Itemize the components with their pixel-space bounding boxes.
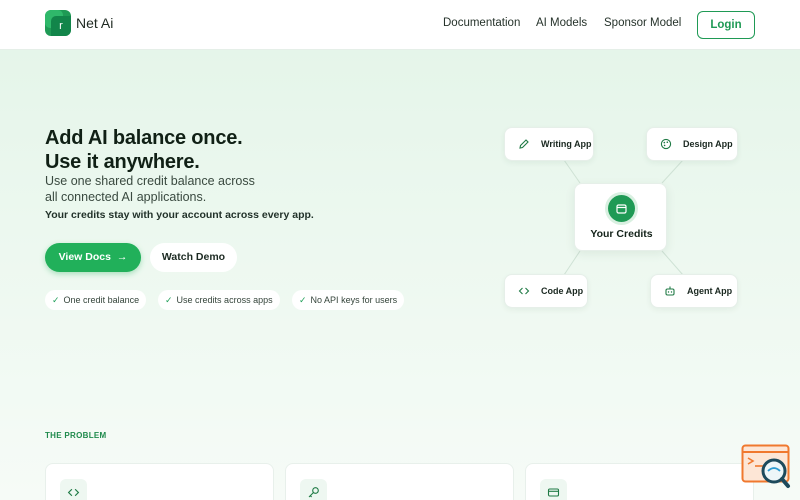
login-button[interactable]: Login [697, 11, 755, 39]
agent-app-label: Agent App [687, 286, 733, 296]
view-docs-label: View Docs [58, 251, 111, 263]
credit-card-icon [540, 479, 567, 500]
watch-demo-button[interactable]: Watch Demo [150, 243, 237, 272]
code-icon [515, 282, 533, 300]
your-credits-label: Your Credits [590, 228, 653, 240]
problem-card-3 [525, 463, 754, 500]
check-icon: ✓ [52, 295, 60, 305]
logo-letter: r [51, 16, 71, 36]
hero-subtitle-line-1: Use one shared credit balance across [45, 174, 255, 188]
check-icon: ✓ [299, 295, 307, 305]
hero-title-line-1: Add AI balance once. [45, 127, 243, 149]
check-icon: ✓ [165, 295, 173, 305]
hero-subtitle-line-2: all connected AI applications. [45, 190, 207, 204]
hero-note: Your credits stay with your account acro… [45, 209, 314, 221]
writing-app-card[interactable]: Writing App [504, 127, 594, 161]
hero-title-line-2: Use it anywhere. [45, 151, 200, 173]
problem-card-2 [285, 463, 514, 500]
nav-documentation[interactable]: Documentation [443, 17, 520, 29]
feature-pill-across-apps: ✓ Use credits across apps [158, 290, 280, 310]
nav-sponsor-model[interactable]: Sponsor Model [604, 17, 681, 29]
writing-app-label: Writing App [541, 139, 592, 149]
credits-diagram: Writing App Design App Code App Agent Ap… [500, 120, 745, 315]
agent-app-card[interactable]: Agent App [650, 274, 738, 308]
design-app-label: Design App [683, 139, 733, 149]
problem-card-1 [45, 463, 274, 500]
pencil-icon [515, 135, 533, 153]
arrow-right-icon: → [116, 251, 128, 263]
nav-ai-models[interactable]: AI Models [536, 17, 587, 29]
hero-title: Add AI balance once. Use it anywhere. [45, 126, 243, 174]
key-icon [300, 479, 327, 500]
hero-subtitle: Use one shared credit balance across all… [45, 173, 255, 205]
brand-name[interactable]: Net Ai [76, 15, 113, 31]
code-app-label: Code App [541, 286, 584, 296]
logo-icon[interactable]: r [45, 10, 71, 36]
code-icon [60, 479, 87, 500]
top-navbar: r Net Ai Documentation AI Models Sponsor… [0, 0, 800, 50]
magnifier-doc-icon [741, 444, 790, 488]
code-app-card[interactable]: Code App [504, 274, 588, 308]
feature-pill-no-api-keys: ✓ No API keys for users [292, 290, 405, 310]
palette-icon [657, 135, 675, 153]
wallet-icon [608, 195, 635, 222]
robot-icon [661, 282, 679, 300]
feature-pill-one-credit: ✓ One credit balance [45, 290, 147, 310]
help-search-widget[interactable] [741, 444, 791, 490]
your-credits-card[interactable]: Your Credits [574, 183, 667, 251]
section-label-problem: THE PROBLEM [45, 431, 107, 440]
view-docs-button[interactable]: View Docs → [45, 243, 141, 272]
design-app-card[interactable]: Design App [646, 127, 738, 161]
